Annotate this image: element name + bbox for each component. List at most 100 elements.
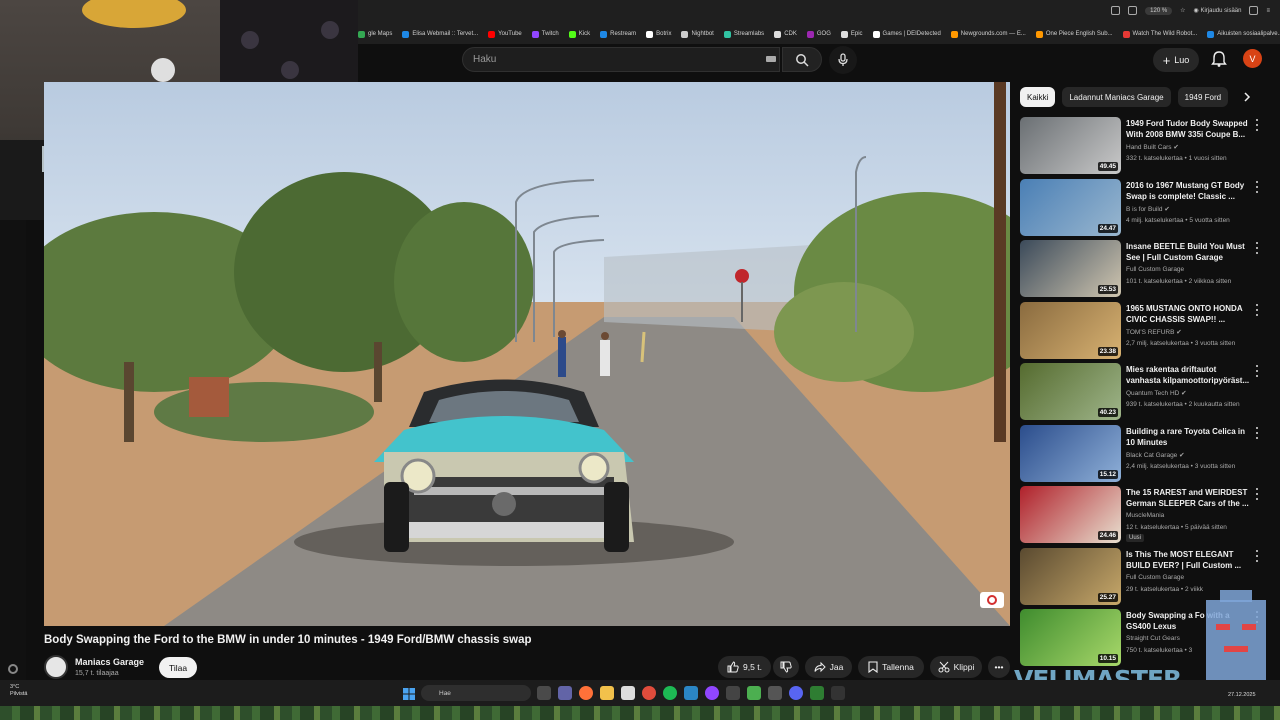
recommended-video[interactable]: 23.38 1965 MUSTANG ONTO HONDA CIVIC CHAS… — [1020, 301, 1270, 360]
channel-name-row[interactable]: B is for Build ✔ — [1126, 205, 1170, 213]
terminal-icon[interactable] — [831, 686, 845, 700]
video-thumbnail[interactable]: 49.45 — [1020, 117, 1121, 174]
bookmark-item[interactable]: Aikuisten sosiaalipalve... — [1207, 30, 1280, 38]
channel-name-row[interactable]: Full Custom Garage — [1126, 574, 1184, 581]
reader-icon[interactable] — [1128, 6, 1138, 15]
more-vertical-icon[interactable] — [1254, 365, 1260, 377]
keyboard-icon[interactable] — [766, 56, 776, 62]
more-vertical-icon[interactable] — [1254, 119, 1260, 131]
bookmark-item[interactable]: GOG — [806, 30, 831, 38]
video-thumbnail[interactable]: 25.53 — [1020, 240, 1121, 297]
clip-button[interactable]: Klippi — [930, 656, 982, 678]
video-title[interactable]: The 15 RAREST and WEIRDEST German SLEEPE… — [1126, 487, 1250, 509]
search-button[interactable] — [782, 47, 822, 72]
channel-name-row[interactable]: MuscleMania — [1126, 512, 1164, 519]
create-button[interactable]: + Luo — [1153, 48, 1199, 72]
channel-name-row[interactable]: Quantum Tech HD ✔ — [1126, 389, 1187, 397]
video-thumbnail[interactable]: 24.47 — [1020, 178, 1121, 236]
filter-chip[interactable]: 1949 Ford — [1177, 87, 1229, 107]
more-vertical-icon[interactable] — [1254, 426, 1260, 439]
bookmark-item[interactable]: Epic — [840, 30, 863, 38]
filter-chip[interactable]: Ladannut Maniacs Garage — [1062, 87, 1171, 107]
bookmark-item[interactable]: Watch The Wild Robot... — [1122, 30, 1197, 38]
bookmark-item[interactable]: Nightbot — [681, 30, 714, 38]
task-view-icon[interactable] — [537, 686, 551, 700]
signin-button[interactable]: ◉ Kirjaudu sisään — [1194, 7, 1242, 14]
channel-name-row[interactable]: Full Custom Garage — [1126, 266, 1184, 273]
voice-search-button[interactable] — [829, 46, 857, 74]
obs-icon[interactable] — [642, 686, 656, 700]
bookmark-item[interactable]: One Piece English Sub... — [1035, 30, 1113, 38]
more-vertical-icon[interactable] — [1254, 488, 1260, 500]
share-button[interactable]: Jaa — [805, 656, 852, 678]
settings-app-icon[interactable] — [768, 686, 782, 700]
screenshot-icon[interactable] — [1111, 6, 1121, 15]
spotify-icon[interactable] — [663, 686, 677, 700]
store-icon[interactable] — [621, 686, 635, 700]
more-vertical-icon[interactable] — [1254, 303, 1260, 316]
bookmark-item[interactable]: gle Maps — [358, 30, 392, 38]
teams-icon[interactable] — [558, 686, 572, 700]
taskbar-search[interactable]: Hae — [421, 685, 531, 701]
taskbar-date[interactable]: 27.12.2025 — [1228, 692, 1256, 698]
menu-icon[interactable]: ≡ — [1266, 8, 1270, 14]
discord-icon[interactable] — [789, 686, 803, 700]
search-input[interactable]: Haku — [462, 47, 780, 72]
like-button[interactable]: 9,5 t. — [718, 656, 771, 678]
twitch-app-icon[interactable] — [705, 686, 719, 700]
bookmark-item[interactable]: Newgrounds.com — E... — [950, 30, 1026, 38]
channel-name-row[interactable]: TOM'S REFURB ✔ — [1126, 328, 1182, 336]
calculator-icon[interactable] — [726, 686, 740, 700]
bookmark-item[interactable]: YouTube — [488, 30, 522, 38]
more-vertical-icon[interactable] — [1254, 549, 1260, 562]
video-title[interactable]: Insane BEETLE Build You Must See | Full … — [1126, 241, 1250, 263]
channel-watermark[interactable] — [980, 592, 1004, 608]
more-vertical-icon[interactable] — [1254, 242, 1260, 254]
star-icon[interactable]: ☆ — [1180, 7, 1185, 14]
video-title[interactable]: 2016 to 1967 Mustang GT Body Swap is com… — [1126, 180, 1250, 202]
video-title[interactable]: Mies rakentaa driftautot vanhasta kilpam… — [1126, 364, 1250, 386]
subscribe-button[interactable]: Tilaa — [159, 657, 197, 678]
dislike-button[interactable] — [773, 656, 799, 678]
video-thumbnail[interactable]: 15.12 — [1020, 424, 1121, 482]
settings-gear-icon[interactable] — [8, 664, 18, 674]
weather-widget[interactable]: 3°C Pilvistä — [10, 684, 27, 698]
windows-start-icon[interactable] — [403, 687, 415, 700]
video-title[interactable]: 1965 MUSTANG ONTO HONDA CIVIC CHASSIS SW… — [1126, 303, 1250, 325]
notifications-bell-icon[interactable] — [1210, 50, 1228, 68]
video-thumbnail[interactable]: 23.38 — [1020, 301, 1121, 359]
channel-name[interactable]: Maniacs Garage — [75, 657, 144, 667]
channel-name-row[interactable]: Hand Built Cars ✔ — [1126, 143, 1179, 151]
bookmark-item[interactable]: Games | DEIDetected — [872, 30, 941, 38]
channel-avatar[interactable] — [44, 655, 68, 679]
video-title[interactable]: Building a rare Toyota Celica in 10 Minu… — [1126, 426, 1250, 448]
filter-chip[interactable]: Kaikki — [1020, 87, 1056, 107]
more-vertical-icon[interactable] — [1254, 180, 1260, 193]
recommended-video[interactable]: 25.53 Insane BEETLE Build You Must See |… — [1020, 240, 1270, 298]
firefox-icon[interactable] — [579, 686, 593, 700]
video-thumbnail[interactable]: 40.23 — [1020, 363, 1121, 420]
steam-icon[interactable] — [684, 686, 698, 700]
video-thumbnail[interactable]: 10.15 — [1020, 609, 1121, 666]
save-button[interactable]: Tallenna — [858, 656, 924, 678]
recommended-video[interactable]: 49.45 1949 Ford Tudor Body Swapped With … — [1020, 117, 1270, 175]
video-thumbnail[interactable]: 25.27 — [1020, 547, 1121, 605]
recommended-video[interactable]: 15.12 Building a rare Toyota Celica in 1… — [1020, 424, 1270, 483]
bookmark-item[interactable]: Kick — [568, 30, 590, 38]
video-title[interactable]: 1949 Ford Tudor Body Swapped With 2008 B… — [1126, 118, 1250, 140]
chip-scroll-right-icon[interactable] — [1240, 88, 1254, 106]
bookmark-item[interactable]: Elisa Webmail :: Tervet... — [402, 30, 478, 38]
video-title[interactable]: Is This The MOST ELEGANT BUILD EVER? | F… — [1126, 549, 1250, 571]
nvidia-icon[interactable] — [810, 686, 824, 700]
recommended-video[interactable]: 40.23 Mies rakentaa driftautot vanhasta … — [1020, 363, 1270, 421]
extensions-icon[interactable] — [1249, 6, 1259, 15]
account-avatar[interactable]: V — [1243, 49, 1262, 68]
channel-name-row[interactable]: Black Cat Garage ✔ — [1126, 451, 1185, 459]
bookmark-item[interactable]: Twitch — [531, 30, 559, 38]
more-actions-button[interactable]: ••• — [988, 656, 1010, 678]
channel-name-row[interactable]: Straight Cut Gears — [1126, 635, 1180, 642]
bookmark-item[interactable]: Restream — [600, 30, 636, 38]
bookmark-item[interactable]: CDK — [774, 30, 797, 38]
zoom-level[interactable]: 120 % — [1145, 6, 1173, 15]
video-player[interactable] — [44, 82, 1010, 626]
